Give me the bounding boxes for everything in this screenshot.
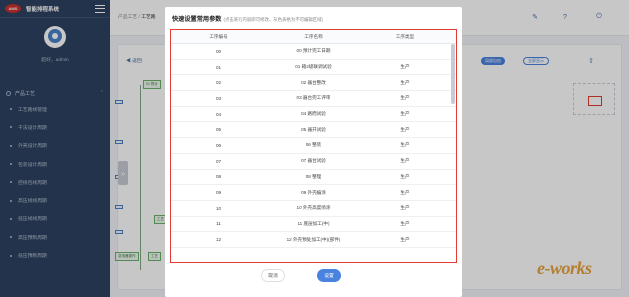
cell-type[interactable]: 生产 [361,190,449,196]
cell-name[interactable]: 02 器台整改 [266,80,361,86]
cancel-button[interactable]: 取消 [261,269,285,282]
table-row[interactable]: 10 10 外壳高度喷涂 生产 [171,201,456,217]
cell-type[interactable]: 生产 [361,205,449,211]
cell-type[interactable]: 生产 [361,158,449,164]
column-header-type: 工序类型 [395,33,415,39]
cell-type[interactable]: 生产 [361,237,449,243]
modal-hint: (点击某行内容即可修改，灰色表格为不可编辑区域) [223,17,324,22]
cell-code[interactable]: 12 [171,237,266,242]
cell-code[interactable]: 10 [171,206,266,211]
column-header-code: 工序编号 [209,33,228,39]
modal-title-text: 快速设置常用参数 [172,16,222,23]
cell-name[interactable]: 08 整理 [266,174,361,180]
cell-name[interactable]: 10 外壳高度喷涂 [266,205,361,211]
cell-type[interactable]: 生产 [361,111,449,117]
table-row[interactable]: 07 07 器台试验 生产 [171,154,456,170]
cell-code[interactable]: 01 [171,65,266,70]
cell-type[interactable]: 生产 [361,95,449,101]
cell-name[interactable]: 04 路而试验 [266,111,361,117]
cell-name[interactable]: 07 器台试验 [266,158,361,164]
cell-name[interactable]: 11 底层加工(中) [266,221,361,227]
table-row[interactable]: 11 11 底层加工(中) 生产 [171,217,456,233]
cell-code[interactable]: 11 [171,221,266,226]
cell-name[interactable]: 06 整装 [266,142,361,148]
cell-code[interactable]: 02 [171,80,266,85]
cell-name[interactable]: 05 器开试验 [266,127,361,133]
table-header: 工序编号 工序名称 工序类型 [171,30,456,44]
cell-name[interactable]: 00 预计完工日期 [266,48,361,54]
table-row[interactable]: 04 04 路而试验 生产 [171,107,456,123]
cell-type[interactable]: 生产 [361,221,449,227]
table-row[interactable]: 08 08 整理 生产 [171,170,456,186]
cell-type[interactable]: 生产 [361,174,449,180]
cell-code[interactable]: 08 [171,174,266,179]
table-body: 00 00 预计完工日期 01 01 箱2级联调试验 生产 02 02 器台整改 生产 03 03… [171,44,456,248]
table-row[interactable]: 01 01 箱2级联调试验 生产 [171,60,456,76]
cell-name[interactable]: 12 外壳预处加工(中)(部件) [266,237,361,243]
settings-modal: 快速设置常用参数 (点击某行内容即可修改，灰色表格为不可编辑区域) 工序编号 工序… [165,7,462,297]
cell-type[interactable]: 生产 [361,80,449,86]
cell-code[interactable]: 00 [171,49,266,54]
app-root: AMS 智能排程系统 超好，admin 产品工艺 ⌃ 工艺路线管理 干法设计周期… [0,0,629,297]
cell-type[interactable]: 生产 [361,64,449,70]
cell-name[interactable]: 01 箱2级联调试验 [266,64,361,70]
confirm-button[interactable]: 设置 [317,269,341,282]
table-row[interactable]: 03 03 器台完工评审 生产 [171,91,456,107]
params-table: 工序编号 工序名称 工序类型 00 00 预计完工日期 01 01 箱2级联调试验 生产… [170,29,457,263]
scrollbar[interactable] [451,44,455,104]
modal-title: 快速设置常用参数 (点击某行内容即可修改，灰色表格为不可编辑区域) [172,14,323,23]
cell-type[interactable]: 生产 [361,142,449,148]
column-header-name: 工序名称 [304,33,323,39]
cell-code[interactable]: 03 [171,96,266,101]
table-row[interactable]: 00 00 预计完工日期 [171,44,456,60]
table-row[interactable]: 09 09 外壳编涂 生产 [171,185,456,201]
cell-code[interactable]: 07 [171,159,266,164]
cell-name[interactable]: 09 外壳编涂 [266,190,361,196]
cell-code[interactable]: 05 [171,127,266,132]
cell-code[interactable]: 09 [171,190,266,195]
cell-code[interactable]: 04 [171,112,266,117]
table-row[interactable]: 02 02 器台整改 生产 [171,75,456,92]
table-row[interactable]: 05 05 器开试验 生产 [171,122,456,139]
cell-code[interactable]: 06 [171,143,266,148]
table-row[interactable]: 06 06 整装 生产 [171,138,456,154]
table-row[interactable]: 12 12 外壳预处加工(中)(部件) 生产 [171,232,456,248]
cell-type[interactable]: 生产 [361,127,449,133]
cell-name[interactable]: 03 器台完工评审 [266,95,361,101]
